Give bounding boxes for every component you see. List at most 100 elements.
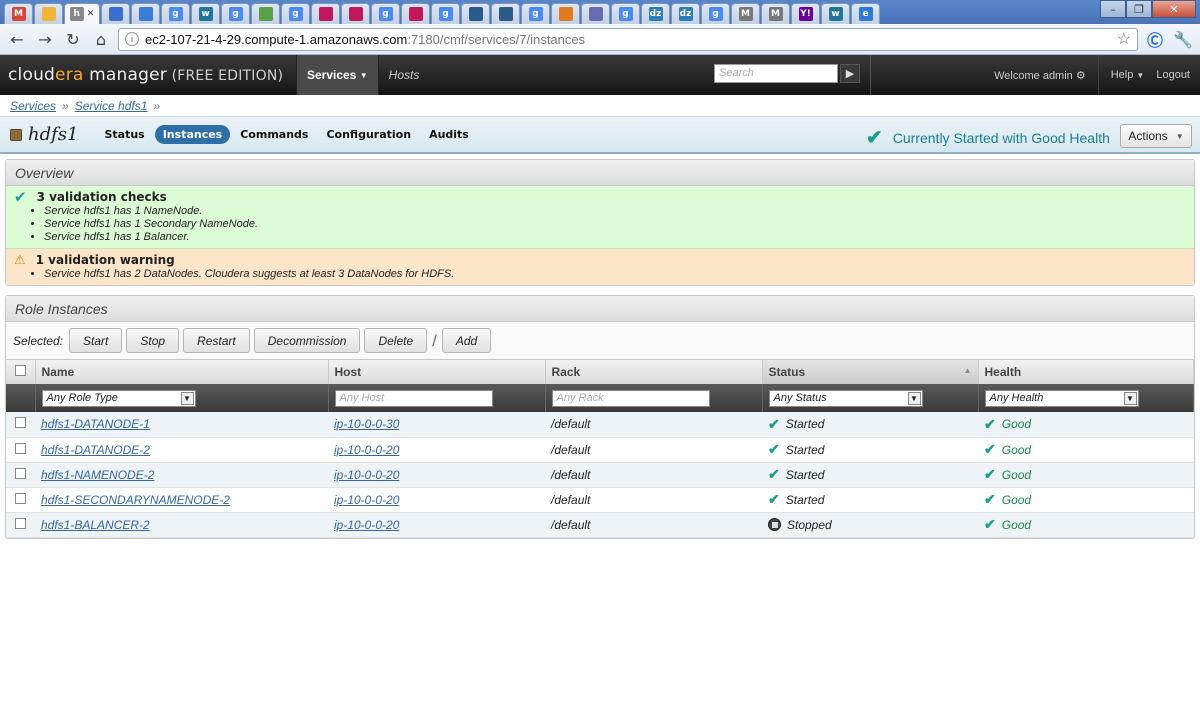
browser-tab[interactable]: M — [731, 3, 760, 24]
tab-status[interactable]: Status — [96, 125, 152, 144]
table-row[interactable]: hdfs1-DATANODE-2 ip-10-0-0-20/default ✔ Sta… — [6, 437, 1194, 463]
role-name-link[interactable]: hdfs1-SECONDARYNAMENODE-2 — [41, 493, 230, 507]
service-health-status: ✔ Currently Started with Good Health — [866, 125, 1110, 150]
browser-tab[interactable]: Y! — [791, 3, 820, 24]
browser-tab[interactable] — [461, 3, 490, 24]
stop-button[interactable]: Stop — [126, 328, 180, 353]
table-row[interactable]: hdfs1-DATANODE-1 ip-10-0-0-30/default ✔ Sta… — [6, 412, 1194, 438]
host-link[interactable]: ip-10-0-0-20 — [334, 518, 399, 532]
row-checkbox[interactable] — [15, 442, 26, 454]
browser-tab[interactable] — [491, 3, 520, 24]
row-checkbox[interactable] — [15, 492, 26, 504]
maximize-button[interactable]: ❐ — [1126, 0, 1152, 18]
tab-audits[interactable]: Audits — [421, 125, 477, 144]
reload-icon[interactable]: ↻ — [62, 28, 84, 50]
column-header-name[interactable]: Name — [35, 360, 329, 384]
browser-tab[interactable] — [311, 3, 340, 24]
cloudera-logo[interactable]: cloudera manager (FREE EDITION) — [0, 65, 296, 85]
gear-icon[interactable]: ⚙ — [1076, 70, 1086, 82]
role-name-link[interactable]: hdfs1-DATANODE-1 — [41, 417, 150, 431]
wrench-icon[interactable]: 🔧 — [1172, 28, 1194, 50]
address-bar[interactable]: i ec2-107-21-4-29.compute-1.amazonaws.co… — [118, 27, 1138, 51]
rack-filter-input[interactable]: Any Rack — [551, 389, 710, 407]
browser-tab[interactable] — [34, 3, 63, 24]
browser-tab[interactable]: w — [821, 3, 850, 24]
browser-tab[interactable]: g — [161, 3, 190, 24]
table-row[interactable]: hdfs1-BALANCER-2 ip-10-0-0-20/default Stop… — [6, 512, 1194, 538]
breadcrumb-service-hdfs1[interactable]: Service hdfs1 — [75, 99, 148, 113]
browser-tab[interactable]: dz — [641, 3, 670, 24]
close-tab-icon[interactable]: ✕ — [87, 9, 95, 19]
welcome-user[interactable]: Welcome admin ⚙ — [994, 69, 1086, 82]
browser-tab[interactable] — [101, 3, 130, 24]
column-header-host[interactable]: Host — [328, 360, 546, 384]
browser-tab[interactable]: g — [221, 3, 250, 24]
search-go-button[interactable]: ▶ — [840, 64, 860, 83]
extension-icon[interactable]: Ⓒ — [1144, 28, 1166, 50]
tab-commands[interactable]: Commands — [232, 125, 316, 144]
start-button[interactable]: Start — [69, 328, 123, 353]
add-button[interactable]: Add — [441, 328, 492, 353]
browser-tab[interactable]: g — [611, 3, 640, 24]
minimize-button[interactable]: – — [1100, 0, 1126, 18]
browser-tab[interactable] — [401, 3, 430, 24]
browser-tab[interactable]: g — [371, 3, 400, 24]
role-name-link[interactable]: hdfs1-DATANODE-2 — [41, 443, 150, 457]
role-name-link[interactable]: hdfs1-BALANCER-2 — [41, 518, 150, 532]
tab-instances[interactable]: Instances — [154, 125, 231, 144]
nav-services[interactable]: Services ▼ — [296, 55, 379, 95]
browser-tab[interactable]: M — [761, 3, 790, 24]
status-filter[interactable]: Any Status ▼ — [768, 389, 923, 407]
select-all-checkbox[interactable] — [15, 365, 26, 376]
row-checkbox[interactable] — [15, 467, 26, 479]
host-filter-input[interactable]: Any Host — [334, 389, 493, 407]
row-checkbox[interactable] — [15, 417, 26, 429]
host-link[interactable]: ip-10-0-0-30 — [334, 417, 399, 431]
tab-configuration[interactable]: Configuration — [318, 125, 419, 144]
back-icon[interactable]: ← — [6, 28, 28, 50]
host-link[interactable]: ip-10-0-0-20 — [334, 493, 399, 507]
browser-tab[interactable]: g — [521, 3, 550, 24]
browser-tab[interactable] — [131, 3, 160, 24]
host-link[interactable]: ip-10-0-0-20 — [334, 443, 399, 457]
browser-tab[interactable]: w — [191, 3, 220, 24]
browser-tab[interactable]: M — [4, 3, 33, 24]
browser-tab[interactable] — [251, 3, 280, 24]
page-info-icon[interactable]: i — [125, 32, 139, 46]
browser-tab[interactable] — [341, 3, 370, 24]
browser-tab[interactable] — [581, 3, 610, 24]
forward-icon[interactable]: → — [34, 28, 56, 50]
browser-tab[interactable]: g — [701, 3, 730, 24]
nav-hosts[interactable]: Hosts — [379, 55, 430, 95]
host-link[interactable]: ip-10-0-0-20 — [334, 468, 399, 482]
actions-button[interactable]: Actions ▼ — [1120, 124, 1192, 148]
browser-tab[interactable]: h ✕ — [64, 3, 100, 24]
row-checkbox[interactable] — [15, 517, 26, 529]
warning-icon: ⚠ — [14, 252, 26, 268]
column-header-rack[interactable]: Rack — [545, 360, 763, 384]
close-window-button[interactable]: ✕ — [1152, 0, 1196, 18]
delete-button[interactable]: Delete — [364, 328, 428, 353]
breadcrumb: Services » Service hdfs1 » — [0, 95, 1200, 117]
decommission-button[interactable]: Decommission — [253, 328, 361, 353]
home-icon[interactable]: ⌂ — [90, 28, 112, 50]
browser-tab[interactable]: e — [851, 3, 880, 24]
status-text: Started — [785, 467, 825, 482]
breadcrumb-services[interactable]: Services — [10, 99, 56, 113]
health-filter[interactable]: Any Health ▼ — [984, 389, 1139, 407]
browser-tab[interactable] — [551, 3, 580, 24]
column-header-status[interactable]: Status ▲ — [762, 360, 979, 384]
bookmark-star-icon[interactable]: ☆ — [1117, 29, 1131, 49]
browser-tab[interactable]: g — [431, 3, 460, 24]
restart-button[interactable]: Restart — [183, 328, 250, 353]
table-row[interactable]: hdfs1-NAMENODE-2 ip-10-0-0-20/default ✔ Sta… — [6, 462, 1194, 488]
search-input[interactable]: Search — [714, 64, 838, 83]
help-menu[interactable]: Help ▼ — [1111, 69, 1145, 81]
browser-tab[interactable]: g — [281, 3, 310, 24]
browser-tab[interactable]: dz — [671, 3, 700, 24]
table-row[interactable]: hdfs1-SECONDARYNAMENODE-2 ip-10-0-0-20/de… — [6, 487, 1194, 513]
role-name-link[interactable]: hdfs1-NAMENODE-2 — [41, 468, 154, 482]
role-type-filter[interactable]: Any Role Type ▼ — [41, 389, 196, 407]
column-header-health[interactable]: Health — [978, 360, 1194, 384]
logout-link[interactable]: Logout — [1156, 69, 1190, 81]
